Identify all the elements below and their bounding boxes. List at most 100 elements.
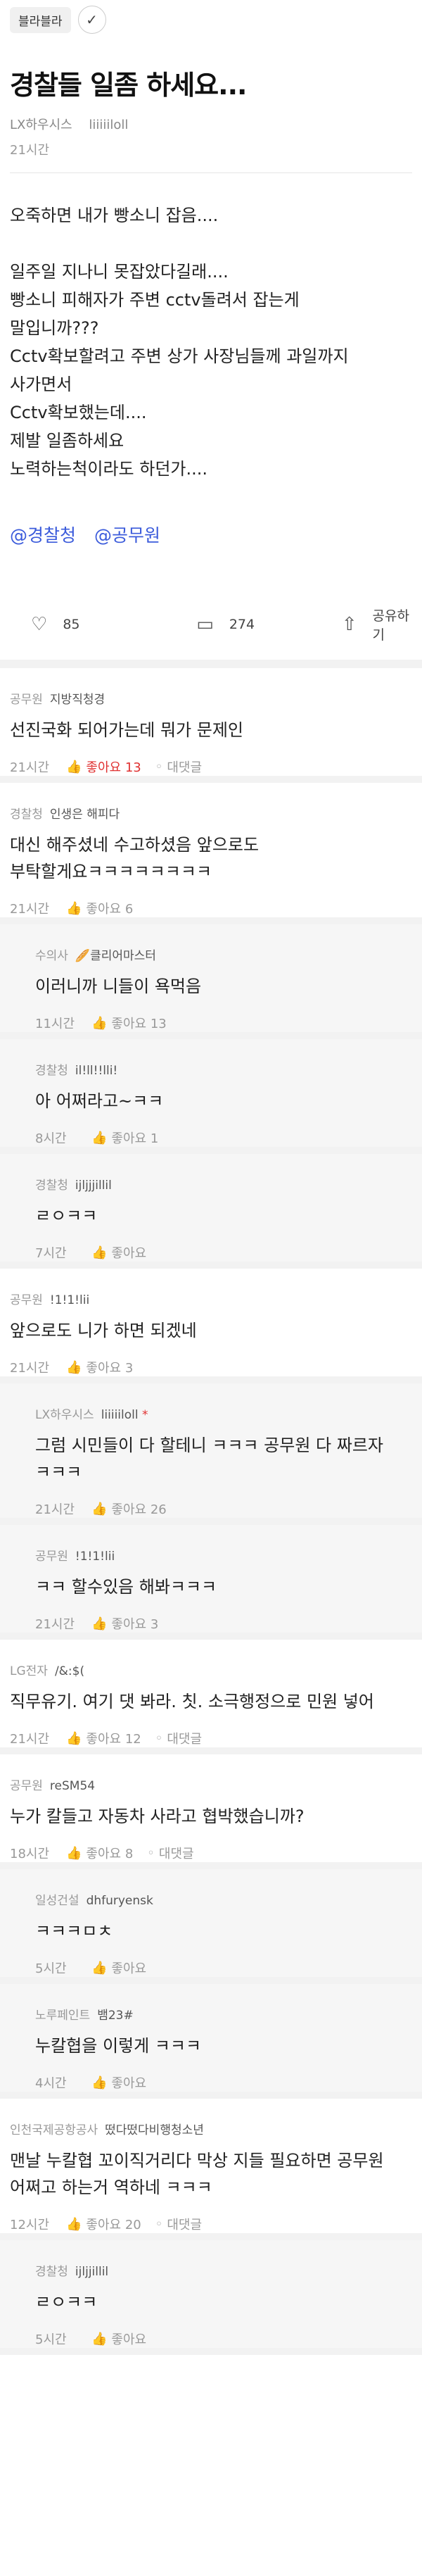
- comment-header: 인천국제공항공사 떴다떴다비행청소년: [10, 2120, 412, 2137]
- comment-like-button[interactable]: 👍 좋아요 8: [66, 1844, 133, 1862]
- post-body-line: 사가면서: [10, 375, 72, 394]
- comment-like-button[interactable]: 👍 좋아요 6: [66, 899, 133, 917]
- comment-like-button[interactable]: 👍 좋아요 12: [66, 1729, 141, 1747]
- comment-text: 맨날 누칼협 꼬이직거리다 막상 지들 필요하면 공무원 어쩌고 하는거 역하네 …: [10, 2147, 412, 2201]
- comment-footer: 18시간 👍 좋아요 8 ◦ 대댓글: [10, 1844, 412, 1862]
- comment-time: 12시간: [10, 2218, 50, 2232]
- comment-nickname[interactable]: ijljjjillil: [75, 1179, 112, 1193]
- post-meta: LX하우시스 liiiiiloll: [0, 102, 422, 133]
- tag-link[interactable]: @경찰청: [10, 525, 76, 546]
- reply-icon: ◦: [147, 1845, 155, 1861]
- comment-like-label: 좋아요 20: [86, 2218, 141, 2232]
- comment-like-button[interactable]: 👍 좋아요 3: [66, 1358, 133, 1376]
- comment-company[interactable]: 수의사: [35, 949, 68, 963]
- comment-footer: 21시간 👍 좋아요 26: [35, 1500, 412, 1518]
- thumbs-up-icon: 👍: [91, 1501, 108, 1516]
- comment-company[interactable]: 공무원: [35, 1550, 68, 1564]
- comment-text: 이러니까 니들이 욕먹음: [35, 973, 412, 1000]
- reply-button[interactable]: ◦ 대댓글: [155, 758, 202, 776]
- comment-header: 공무원 reSM54: [10, 1776, 412, 1793]
- comment-time: 21시간: [10, 760, 50, 775]
- comment-line: 선진국화 되어가는데 뭐가 문제인: [10, 720, 244, 740]
- post-tags: @경찰청 @공무원: [0, 483, 422, 547]
- comment-footer: 8시간 👍 좋아요 1: [35, 1129, 412, 1147]
- reply-button[interactable]: ◦ 대댓글: [147, 1844, 193, 1862]
- comment-company[interactable]: LX하우시스: [35, 1408, 94, 1422]
- like-button[interactable]: ♡ 85: [10, 614, 161, 635]
- post-title: 경찰들 일좀 하세요...: [10, 70, 247, 101]
- comment-like-button[interactable]: 👍 좋아요 20: [66, 2215, 141, 2233]
- post-body-line: 제발 일좀하세요: [10, 431, 124, 451]
- comment-footer: 5시간 👍 좋아요: [35, 2330, 412, 2348]
- comment-nickname[interactable]: !1!1!lii: [50, 1293, 89, 1307]
- comment-company[interactable]: 노루페인트: [35, 2009, 90, 2023]
- comment-like-label: 좋아요 13: [111, 1017, 167, 1031]
- comment-company[interactable]: 경찰청: [10, 808, 43, 822]
- comment-like-button[interactable]: 👍 좋아요 13: [91, 1014, 167, 1032]
- post-body-line: Cctv확보할려고 주변 상가 사장님들께 과일까지: [10, 346, 349, 366]
- comment-line: 이러니까 니들이 욕먹음: [35, 976, 202, 996]
- reply-button[interactable]: ◦ 대댓글: [155, 2215, 202, 2233]
- reply-comment: 경찰청 il!ll!!lli! 아 어쩌라고~ㅋㅋ 8시간 👍 좋아요 1: [0, 1039, 422, 1154]
- comment-header: 공무원 !1!1!lii: [10, 1290, 412, 1307]
- comment: 공무원 reSM54 누가 칼들고 자동차 사라고 협박했습니까? 18시간 👍 좋아요 …: [0, 1754, 422, 1869]
- comment-like-button[interactable]: 👍 좋아요: [91, 1243, 146, 1262]
- comment-time: 4시간: [35, 2076, 67, 2091]
- comment-line: ㄹㅇㅋㅋ: [35, 1206, 98, 1226]
- comment-like-label: 좋아요 3: [111, 1617, 159, 1632]
- comment-text: 직무유기. 여기 댓 봐라. 칫. 소극행정으로 민원 넣어: [10, 1688, 412, 1715]
- thumbs-up-icon: 👍: [66, 1359, 82, 1375]
- reply-button[interactable]: ◦ 대댓글: [155, 1729, 202, 1747]
- comment-nickname[interactable]: 떴다떴다비행청소년: [105, 2123, 204, 2137]
- comment-nickname[interactable]: il!ll!!lli!: [75, 1064, 117, 1078]
- comment-footer: 21시간 👍 좋아요 13 ◦ 대댓글: [10, 758, 412, 776]
- comment-nickname[interactable]: 🥖클리어마스터: [75, 949, 156, 963]
- comment: 공무원 !1!1!lii 앞으로도 니가 하면 되겠네 21시간 👍 좋아요 3: [0, 1269, 422, 1383]
- comment-like-label: 좋아요 3: [86, 1361, 134, 1376]
- comment-company[interactable]: 경찰청: [35, 2265, 68, 2279]
- share-button[interactable]: ⇧ 공유하기: [321, 605, 412, 643]
- reply-label: 대댓글: [167, 760, 203, 775]
- comment-company[interactable]: 인천국제공항공사: [10, 2123, 98, 2137]
- comment-like-button[interactable]: 👍 좋아요: [91, 2330, 146, 2348]
- comment-company[interactable]: 공무원: [10, 1779, 43, 1793]
- tag-link[interactable]: @공무원: [94, 525, 160, 546]
- comment-like-button[interactable]: 👍 좋아요 13: [66, 758, 141, 776]
- comment-line: 누가 칼들고 자동차 사라고 협박했습니까?: [10, 1807, 305, 1826]
- comment-footer: 5시간 👍 좋아요: [35, 1959, 412, 1977]
- post-company[interactable]: LX하우시스: [10, 118, 72, 132]
- comment-like-button[interactable]: 👍 좋아요 3: [91, 1614, 158, 1633]
- board-chip[interactable]: 블라블라: [10, 6, 71, 33]
- comment-like-button[interactable]: 👍 좋아요 26: [91, 1500, 167, 1518]
- check-icon[interactable]: ✓: [77, 6, 106, 34]
- comment-header: 노루페인트 뱀23#: [35, 2005, 412, 2023]
- comment-nickname[interactable]: !1!1!lii: [75, 1550, 115, 1564]
- comment-nickname[interactable]: reSM54: [50, 1779, 95, 1793]
- comment-like-button[interactable]: 👍 좋아요: [91, 2073, 146, 2092]
- comment-time: 5시간: [35, 1961, 67, 1976]
- comment-company[interactable]: 일성건설: [35, 1894, 79, 1908]
- comment-nickname[interactable]: ijljjillil: [75, 2265, 108, 2279]
- post-body: 오죽하면 내가 빵소니 잡음.... 일주일 지나니 못잡았다길래.... 빵소니 …: [0, 173, 422, 483]
- comment-company[interactable]: LG전자: [10, 1664, 48, 1678]
- comment-nickname[interactable]: 뱀23#: [97, 2009, 134, 2023]
- comment-nickname[interactable]: 지방직청경: [50, 693, 105, 707]
- comment-like-button[interactable]: 👍 좋아요 1: [91, 1129, 158, 1147]
- comment-nickname[interactable]: /&:$(: [55, 1664, 84, 1678]
- comment-line: ㅋㅋㅋㅁㅊ: [35, 1921, 113, 1941]
- comment-nickname[interactable]: dhfuryensk: [87, 1894, 153, 1908]
- comment-company[interactable]: 경찰청: [35, 1179, 68, 1193]
- comment-nickname[interactable]: 인생은 해피다: [50, 808, 120, 822]
- comment-like-button[interactable]: 👍 좋아요: [91, 1959, 146, 1977]
- thumbs-up-icon: 👍: [66, 900, 82, 916]
- comment-company[interactable]: 공무원: [10, 1293, 43, 1307]
- comment-company[interactable]: 공무원: [10, 693, 43, 707]
- post-nickname[interactable]: liiiiiloll: [89, 118, 128, 132]
- comment-nickname[interactable]: liiiiiloll: [101, 1408, 139, 1422]
- reply-comment: LX하우시스 liiiiiloll * 그럼 시민들이 다 할테니 ㅋㅋㅋ 공무원 …: [0, 1383, 422, 1525]
- comment-time: 7시간: [35, 1246, 67, 1261]
- comment-time: 21시간: [35, 1617, 75, 1632]
- comment-button[interactable]: ▭ 274: [161, 614, 320, 635]
- comment-like-label: 좋아요: [111, 1961, 147, 1976]
- comment-company[interactable]: 경찰청: [35, 1064, 68, 1078]
